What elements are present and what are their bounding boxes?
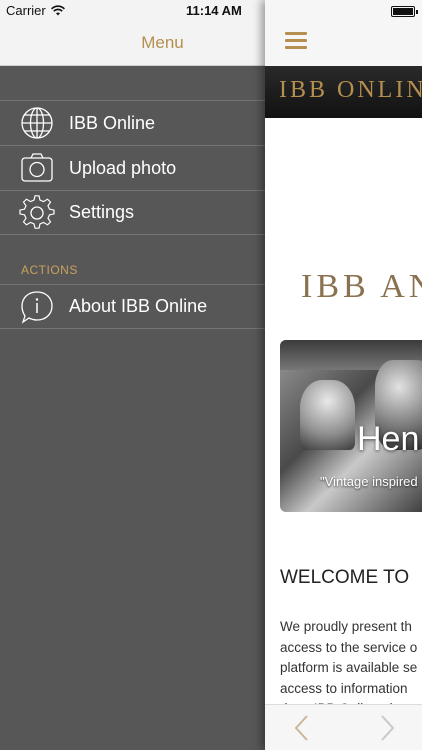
forward-arrow-icon[interactable] [377, 714, 397, 742]
globe-icon [21, 107, 53, 139]
hamburger-menu-icon[interactable] [285, 32, 307, 50]
actions-menu: About IBB Online [0, 284, 265, 329]
carrier-label: Carrier [6, 3, 46, 18]
side-drawer: Carrier 11:14 AM Menu IBB Online Upload … [0, 0, 265, 750]
wifi-icon [50, 5, 65, 16]
browser-toolbar [265, 704, 422, 750]
section-label-actions: ACTIONS [21, 263, 78, 277]
hero-image[interactable]: Hen "Vintage inspired [280, 340, 422, 512]
menu-item-about[interactable]: About IBB Online [0, 284, 265, 329]
gear-icon [19, 194, 55, 229]
site-banner: IBB ONLIN [265, 66, 422, 118]
drawer-title: Menu [141, 33, 184, 52]
battery-icon [391, 6, 418, 17]
hero-title: Hen [357, 420, 420, 458]
hero-figure [300, 380, 355, 450]
menu-item-ibb-online[interactable]: IBB Online [0, 100, 265, 145]
menu-item-label: Upload photo [69, 157, 177, 178]
menu-item-label: Settings [69, 202, 135, 222]
content-header [265, 0, 422, 66]
body-line: access to information [280, 680, 408, 696]
site-logo: IBB AN [301, 268, 422, 305]
status-bar-left: Carrier [6, 3, 65, 18]
back-arrow-icon[interactable] [292, 714, 312, 742]
camera-icon [21, 153, 53, 182]
menu-item-settings[interactable]: Settings [0, 190, 265, 235]
menu-item-label: IBB Online [69, 112, 156, 133]
body-line: access to the service o [280, 639, 418, 655]
body-line: platform is available se [280, 660, 418, 675]
drawer-menu: IBB Online Upload photo Settings [0, 100, 265, 235]
drawer-header: Carrier 11:14 AM Menu [0, 0, 265, 66]
menu-item-upload-photo[interactable]: Upload photo [0, 145, 265, 190]
menu-item-label: About IBB Online [69, 296, 208, 316]
hero-subtitle: "Vintage inspired [320, 474, 418, 489]
info-icon [21, 290, 53, 324]
banner-text: IBB ONLIN [279, 77, 422, 103]
status-time: 11:14 AM [186, 3, 242, 18]
welcome-heading: WELCOME TO [280, 567, 410, 588]
content-panel[interactable]: IBB ONLIN IBB AN Hen "Vintage inspired W… [265, 0, 422, 750]
body-line: We proudly present th [280, 619, 412, 634]
